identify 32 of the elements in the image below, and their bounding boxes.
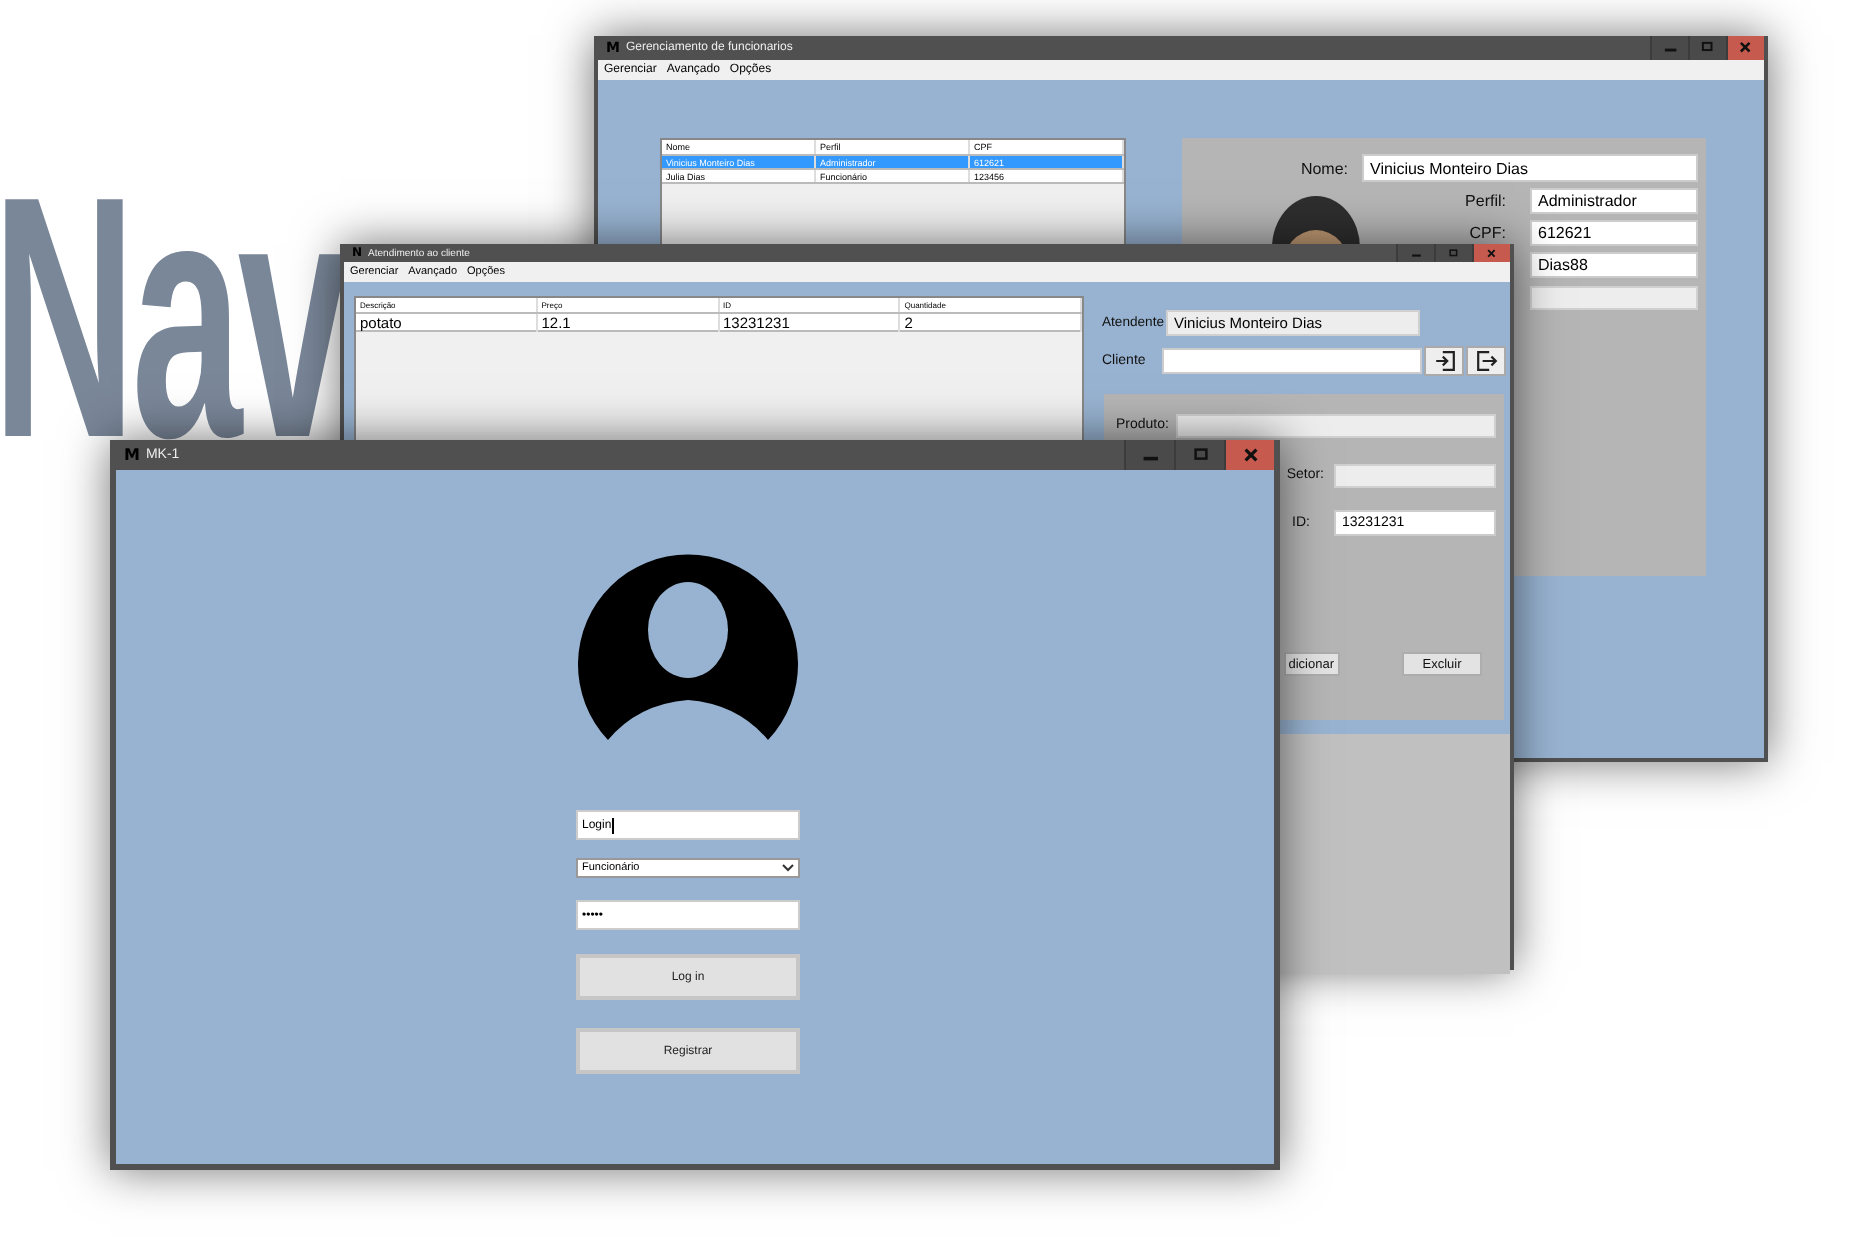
text-field[interactable]: 612621 bbox=[1530, 220, 1698, 246]
field-label: CPF: bbox=[1469, 224, 1506, 242]
maximize-button[interactable] bbox=[1688, 36, 1726, 60]
field-label: Nome: bbox=[1300, 159, 1348, 177]
enter-icon bbox=[1433, 350, 1455, 372]
close-icon bbox=[1486, 247, 1498, 259]
maximize-button[interactable] bbox=[1434, 244, 1472, 262]
text-field[interactable] bbox=[1176, 413, 1496, 437]
close-button[interactable] bbox=[1224, 440, 1274, 470]
field-label: Perfil: bbox=[1465, 192, 1506, 210]
exit-icon bbox=[1475, 350, 1497, 372]
login-button[interactable] bbox=[1424, 346, 1464, 376]
app-logo: M bbox=[124, 446, 140, 464]
maximize-icon bbox=[1448, 247, 1460, 259]
text-field[interactable] bbox=[1334, 463, 1496, 487]
maximize-icon bbox=[1191, 446, 1209, 464]
logout-button[interactable] bbox=[1466, 346, 1506, 376]
minimize-button[interactable] bbox=[1650, 36, 1688, 60]
text-field[interactable]: Dias88 bbox=[1530, 252, 1698, 278]
close-button[interactable] bbox=[1726, 36, 1764, 60]
maximize-icon bbox=[1700, 40, 1716, 56]
close-icon bbox=[1241, 446, 1259, 464]
text-field[interactable]: Administrador bbox=[1530, 188, 1698, 214]
background-title: Nav bbox=[0, 198, 345, 439]
close-button[interactable] bbox=[1472, 244, 1510, 262]
text-field[interactable]: Vinicius Monteiro Dias bbox=[1362, 154, 1698, 182]
maximize-button[interactable] bbox=[1174, 440, 1224, 470]
text-field[interactable] bbox=[1162, 348, 1422, 374]
chevron-down-icon bbox=[782, 864, 794, 872]
minimize-button[interactable] bbox=[1396, 244, 1434, 262]
close-icon bbox=[1738, 40, 1754, 56]
minimize-button[interactable] bbox=[1124, 440, 1174, 470]
